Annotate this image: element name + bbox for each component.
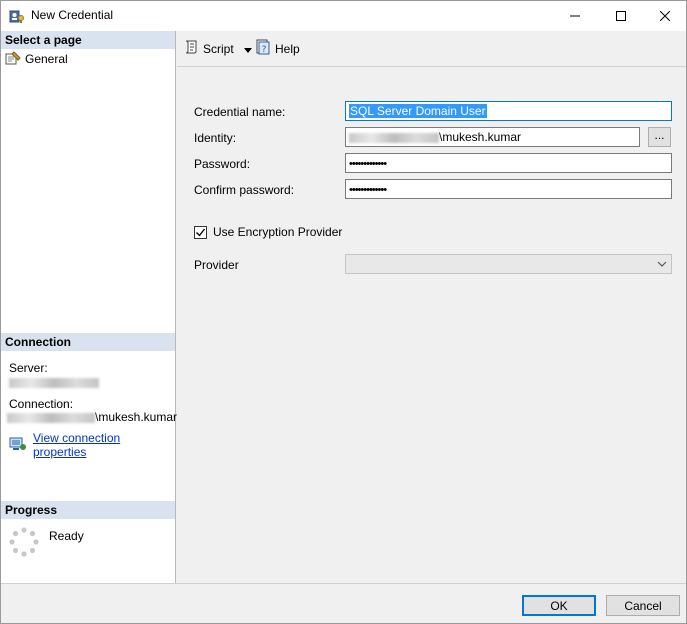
identity-browse-button[interactable]: ... bbox=[648, 127, 671, 147]
help-label: Help bbox=[275, 41, 300, 56]
general-page-form: Credential name: SQL Server Domain User … bbox=[177, 68, 686, 583]
use-encryption-provider-label: Use Encryption Provider bbox=[213, 225, 343, 239]
server-label: Server: bbox=[9, 361, 48, 375]
password-label: Password: bbox=[194, 157, 251, 171]
provider-select[interactable] bbox=[345, 254, 672, 274]
minimize-button[interactable] bbox=[552, 1, 598, 31]
server-value bbox=[9, 375, 99, 389]
connection-label: Connection: bbox=[9, 397, 74, 411]
minimize-icon bbox=[570, 15, 580, 17]
identity-label: Identity: bbox=[194, 131, 237, 145]
left-pane: Select a page General Connection Server:… bbox=[1, 31, 177, 583]
help-button[interactable]: ? Help bbox=[255, 39, 300, 58]
use-encryption-provider-checkbox[interactable]: Use Encryption Provider bbox=[194, 225, 342, 239]
maximize-icon bbox=[616, 11, 626, 21]
view-connection-properties-label: View connection properties bbox=[33, 431, 121, 459]
close-icon bbox=[660, 11, 670, 21]
maximize-button[interactable] bbox=[598, 1, 644, 31]
progress-status: Ready bbox=[49, 529, 84, 543]
password-value: ••••••••••••• bbox=[349, 158, 387, 170]
progress-area: Ready bbox=[9, 527, 169, 567]
identity-value: \mukesh.kumar bbox=[439, 130, 522, 144]
credential-name-value: SQL Server Domain User bbox=[349, 104, 487, 118]
spinner-icon bbox=[9, 527, 39, 560]
help-icon: ? bbox=[255, 39, 271, 58]
script-button[interactable]: Script bbox=[183, 39, 252, 58]
identity-input[interactable]: \mukesh.kumar bbox=[345, 127, 640, 147]
credential-icon bbox=[9, 8, 25, 24]
checkmark-icon bbox=[196, 228, 206, 237]
connection-properties-icon bbox=[9, 437, 27, 454]
script-icon bbox=[183, 39, 199, 58]
svg-text:?: ? bbox=[262, 45, 267, 55]
connection-user: \mukesh.kumar bbox=[95, 410, 178, 424]
ok-button[interactable]: OK bbox=[522, 595, 596, 616]
provider-label: Provider bbox=[194, 258, 239, 272]
cancel-button[interactable]: Cancel bbox=[606, 595, 680, 616]
credential-name-label: Credential name: bbox=[194, 105, 286, 119]
script-dropdown-icon[interactable] bbox=[243, 42, 252, 56]
script-label: Script bbox=[203, 41, 234, 56]
close-button[interactable] bbox=[642, 1, 687, 31]
confirm-password-input[interactable]: ••••••••••••• bbox=[345, 179, 672, 199]
checkbox-box[interactable] bbox=[194, 225, 207, 239]
select-page-header: Select a page bbox=[1, 31, 175, 49]
progress-header: Progress bbox=[1, 501, 175, 519]
window-title: New Credential bbox=[31, 8, 114, 22]
new-credential-dialog: New Credential Select a page General Con… bbox=[0, 0, 687, 624]
view-connection-properties-link[interactable]: View connection properties bbox=[9, 431, 175, 459]
page-item-label: General bbox=[25, 52, 68, 66]
toolbar: Script ? Help bbox=[177, 31, 686, 67]
page-item-general[interactable]: General bbox=[5, 50, 68, 68]
page-wrench-icon bbox=[5, 50, 21, 68]
chevron-down-icon bbox=[657, 258, 667, 272]
confirm-password-label: Confirm password: bbox=[194, 183, 295, 197]
dialog-button-bar: OK Cancel bbox=[1, 583, 686, 623]
password-input[interactable]: ••••••••••••• bbox=[345, 153, 672, 173]
title-bar: New Credential bbox=[1, 1, 686, 31]
connection-value: \mukesh.kumar bbox=[7, 410, 177, 424]
confirm-password-value: ••••••••••••• bbox=[349, 184, 387, 196]
connection-header: Connection bbox=[1, 333, 175, 351]
credential-name-input[interactable]: SQL Server Domain User bbox=[345, 101, 672, 121]
